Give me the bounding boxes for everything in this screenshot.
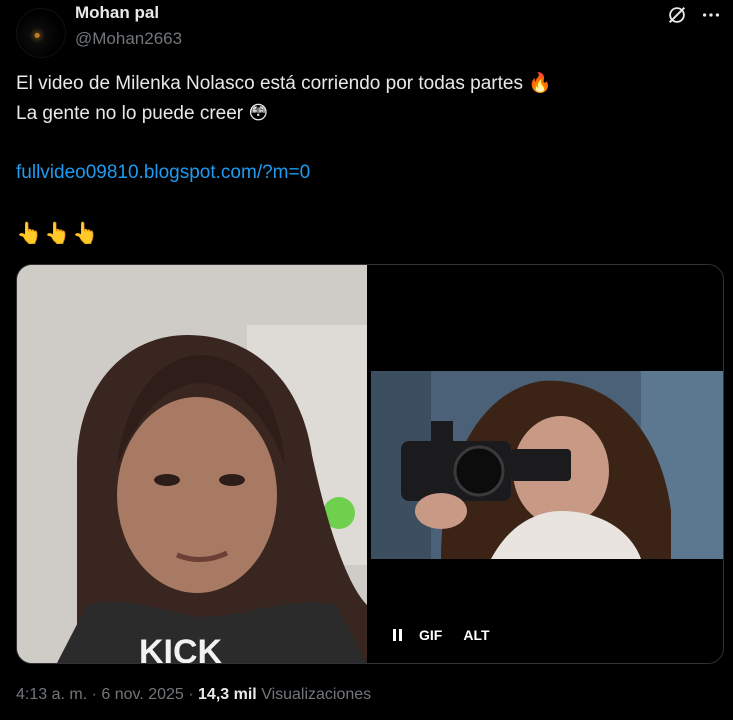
separator: · <box>87 686 102 703</box>
shirt-text: KICK <box>139 633 223 663</box>
gif-media[interactable]: GIF ALT <box>369 265 723 663</box>
gif-badge: GIF <box>419 627 443 643</box>
alt-badge[interactable]: ALT <box>463 627 489 643</box>
tweet-text: El video de Milenka Nolasco está corrien… <box>16 73 523 94</box>
pointing-up-emojis: 👆👆👆 <box>16 222 101 245</box>
gif-frame-woman-camera <box>371 371 723 559</box>
gif-controls: GIF ALT <box>393 627 490 643</box>
fire-emoji: 🔥 <box>528 73 552 94</box>
pause-icon[interactable] <box>393 629 403 641</box>
flushed-face-emoji: 😳 <box>248 103 269 124</box>
views-count: 14,3 mil <box>198 686 257 703</box>
separator: · <box>183 686 199 703</box>
photo-illustration: KICK <box>17 265 367 663</box>
tweet-metadata: 4:13 a. m. · 6 nov. 2025 · 14,3 mil Visu… <box>16 686 371 704</box>
tweet-text: La gente no lo puede creer <box>16 103 244 124</box>
media-grid: KICK GIF ALT <box>16 264 724 664</box>
tweet-link[interactable]: fullvideo09810.blogspot.com/?m=0 <box>16 162 310 184</box>
tweet-date[interactable]: 6 nov. 2025 <box>101 686 183 703</box>
avatar[interactable] <box>16 8 66 58</box>
more-icon[interactable] <box>700 4 722 26</box>
views-label: Visualizaciones <box>261 686 372 703</box>
grok-icon[interactable] <box>666 4 688 26</box>
gif-illustration <box>371 371 723 559</box>
author-handle[interactable]: @Mohan2663 <box>75 29 182 49</box>
tweet-time[interactable]: 4:13 a. m. <box>16 686 87 703</box>
author-name[interactable]: Mohan pal <box>75 3 159 23</box>
tweet-text-line-1: El video de Milenka Nolasco está corrien… <box>16 72 552 96</box>
photo-woman[interactable]: KICK <box>17 265 367 663</box>
tweet-text-line-2: La gente no lo puede creer 😳 <box>16 102 268 126</box>
